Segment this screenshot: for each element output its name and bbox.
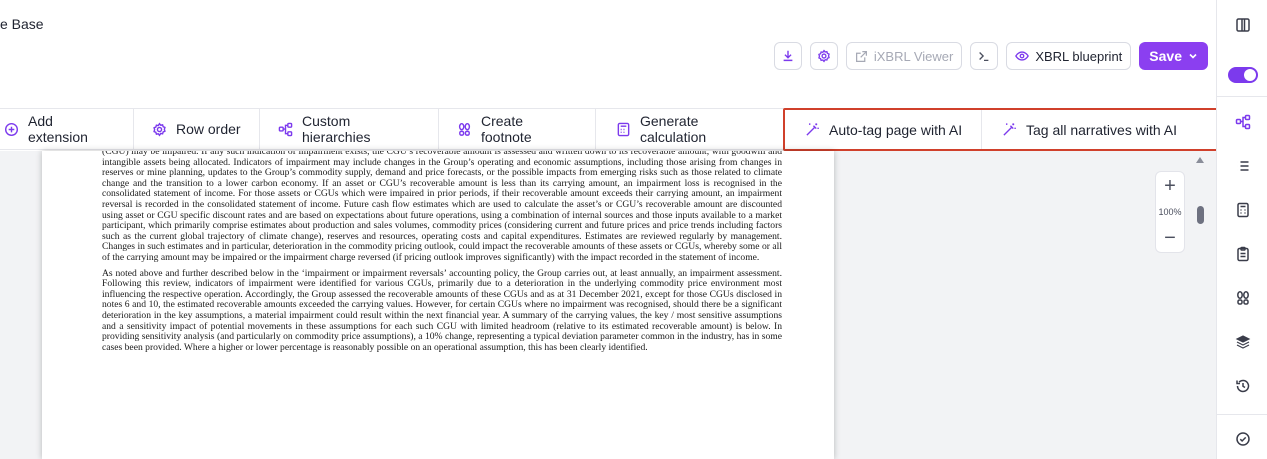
sidebar-item-layers[interactable] [1234, 333, 1252, 351]
hierarchy-icon [278, 122, 293, 136]
history-icon [1236, 379, 1250, 393]
footprint-icon [458, 122, 471, 136]
settings-button[interactable] [809, 42, 838, 70]
save-button[interactable]: Save [1139, 42, 1208, 70]
check-circle-icon [1236, 432, 1250, 446]
row-order-button[interactable]: Row order [134, 109, 260, 149]
scroll-up-arrow[interactable] [1196, 157, 1204, 163]
mode-toggle[interactable] [1228, 67, 1258, 83]
paragraph[interactable]: (CGU) may be impaired. If any such indic… [102, 151, 782, 264]
divider [1217, 414, 1267, 415]
sidebar-item-history[interactable] [1234, 377, 1252, 395]
add-extension-button[interactable]: Add extension [0, 109, 134, 149]
header: e Base iXBRL Viewer XBRL blueprint Save [0, 0, 1216, 108]
gear-icon [817, 49, 830, 63]
calculator-icon [617, 122, 630, 136]
download-icon [783, 50, 793, 62]
ai-tools-group: Auto-tag page with AI Tag all narratives… [783, 108, 1218, 151]
toggle-knob [1244, 69, 1256, 81]
gear-icon [153, 121, 166, 137]
sidebar-item-hierarchies[interactable] [1234, 113, 1252, 131]
sidebar-panel-icon [1236, 18, 1250, 32]
panel-toggle-button[interactable] [1234, 16, 1252, 34]
chevron-down-icon [1189, 53, 1197, 59]
footprint-icon [1237, 291, 1249, 305]
divider [1217, 96, 1267, 97]
top-actions: iXBRL Viewer XBRL blueprint Save [773, 42, 1208, 70]
sidebar-item-footnotes[interactable] [1234, 289, 1252, 307]
clipboard-icon [1237, 246, 1249, 262]
page-text: (CGU) may be impaired. If any such indic… [102, 151, 782, 358]
app-root: e Base iXBRL Viewer XBRL blueprint Save [0, 0, 1267, 459]
generate-calculation-button[interactable]: Generate calculation [596, 109, 784, 149]
create-footnote-button[interactable]: Create footnote [439, 109, 596, 149]
external-link-icon [855, 50, 867, 62]
terminal-icon [979, 52, 989, 62]
scrollbar-thumb[interactable] [1197, 206, 1204, 224]
list-icon [1237, 161, 1249, 171]
zoom-level: 100% [1158, 207, 1182, 217]
save-label: Save [1149, 48, 1182, 64]
sidebar-item-clipboard[interactable] [1234, 245, 1252, 263]
page-title: e Base [0, 16, 44, 32]
document-canvas[interactable]: (CGU) may be impaired. If any such indic… [0, 151, 1216, 459]
xbrl-blueprint-button[interactable]: XBRL blueprint [1006, 42, 1132, 70]
zoom-control: + 100% − [1155, 171, 1185, 253]
hierarchy-icon [1235, 114, 1251, 130]
create-footnote-label: Create footnote [481, 113, 532, 145]
ixbrl-viewer-label: iXBRL Viewer [873, 48, 954, 64]
sidebar-item-validation[interactable] [1234, 430, 1252, 448]
auto-tag-page-button[interactable]: Auto-tag page with AI [785, 110, 981, 149]
layers-icon [1235, 335, 1251, 349]
zoom-out-button[interactable]: − [1164, 228, 1176, 248]
eye-icon [1015, 51, 1030, 61]
auto-tag-page-label: Auto-tag page with AI [829, 121, 963, 138]
sidebar-item-calculator[interactable] [1234, 201, 1252, 219]
zoom-in-button[interactable]: + [1164, 176, 1176, 196]
right-sidebar [1216, 0, 1267, 459]
ixbrl-viewer-button[interactable]: iXBRL Viewer [845, 42, 963, 70]
add-extension-label: Add extension [28, 113, 88, 145]
row-order-label: Row order [176, 121, 241, 137]
console-button[interactable] [970, 42, 999, 70]
magic-wand-icon [1003, 123, 1016, 136]
xbrl-blueprint-label: XBRL blueprint [1035, 48, 1123, 64]
download-button[interactable] [773, 42, 802, 70]
paragraph[interactable]: As noted above and further described bel… [102, 268, 782, 354]
plus-circle-icon [4, 122, 19, 136]
tag-all-narratives-button[interactable]: Tag all narratives with AI [981, 110, 1216, 149]
document-page[interactable]: (CGU) may be impaired. If any such indic… [42, 151, 834, 459]
magic-wand-icon [806, 123, 819, 136]
custom-hierarchies-button[interactable]: Custom hierarchies [260, 109, 439, 149]
tag-all-narratives-label: Tag all narratives with AI [1026, 121, 1177, 138]
generate-calculation-label: Generate calculation [640, 113, 707, 145]
calculator-icon [1237, 202, 1249, 218]
custom-hierarchies-label: Custom hierarchies [302, 113, 371, 145]
sidebar-item-list[interactable] [1234, 157, 1252, 175]
